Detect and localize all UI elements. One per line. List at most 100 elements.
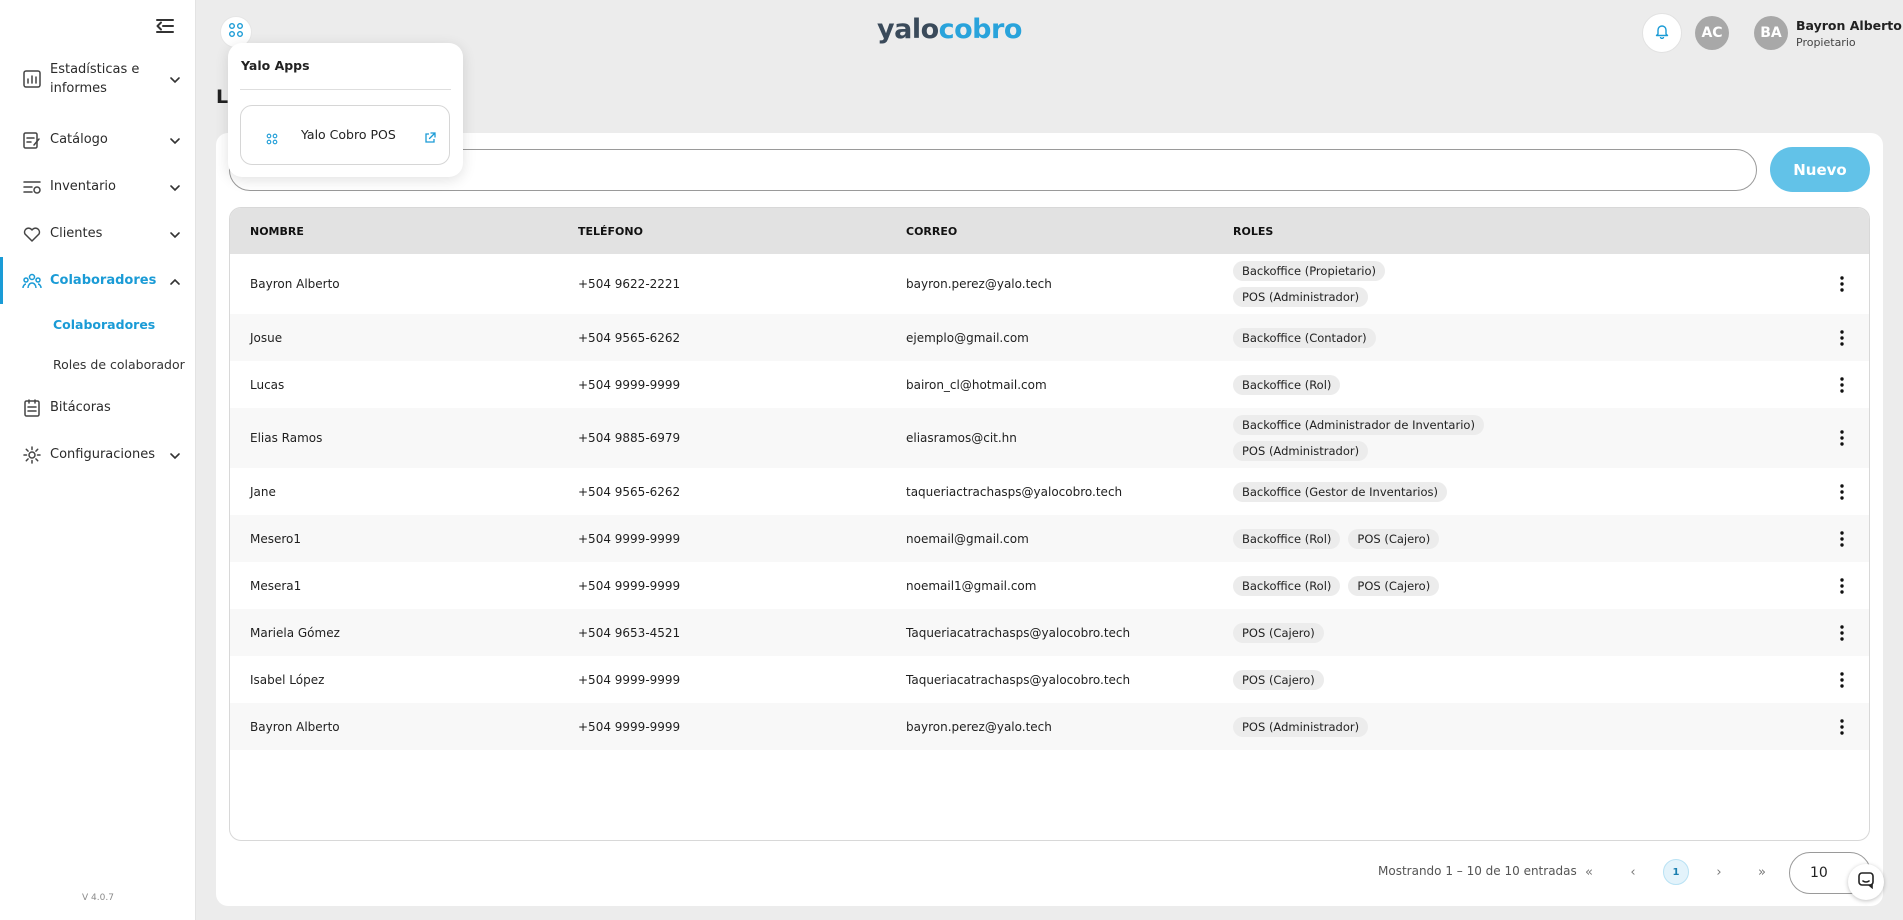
cell-name: Mesero1 <box>250 531 302 546</box>
role-badge: POS (Administrador) <box>1233 287 1369 307</box>
more-options-icon[interactable] <box>1832 328 1852 348</box>
cell-roles: Backoffice (Administrador de Inventario)… <box>1233 415 1653 461</box>
column-header-telefono[interactable]: TELÉFONO <box>578 225 643 238</box>
cell-name: Elias Ramos <box>250 431 323 445</box>
sidebar-item-label: Colaboradores <box>50 273 157 288</box>
role-badge: POS (Administrador) <box>1233 716 1369 737</box>
cell-phone: +504 9999-9999 <box>578 377 681 392</box>
sidebar-nav: Estadísticas e informes Catálogo Inventa… <box>0 58 196 478</box>
more-options-icon[interactable] <box>1832 717 1852 737</box>
role-badge: POS (Cajero) <box>1348 528 1440 549</box>
sidebar-item-label: Catálogo <box>50 132 108 147</box>
role-badge: POS (Cajero) <box>1233 622 1324 643</box>
more-options-icon[interactable] <box>1832 670 1852 690</box>
clients-icon <box>22 224 42 244</box>
chevron-down-icon <box>168 227 182 241</box>
sidebar-item-estadisticas[interactable]: Estadísticas e informes <box>0 58 196 100</box>
avatar[interactable]: AC <box>1695 16 1729 50</box>
table-row[interactable]: Josue +504 9565-6262 ejemplo@gmail.com Back… <box>230 314 1869 361</box>
cell-phone: +504 9999-9999 <box>578 672 681 687</box>
cell-roles: POS (Cajero) <box>1233 669 1653 690</box>
table-row[interactable]: Bayron Alberto +504 9622-2221 bayron.perez… <box>230 254 1869 314</box>
table-row[interactable]: Bayron Alberto +504 9999-9999 bayron.perez… <box>230 703 1869 750</box>
column-header-correo[interactable]: CORREO <box>906 225 957 238</box>
chevron-down-icon <box>168 72 182 86</box>
cell-email: eliasramos@cit.hn <box>906 431 1017 445</box>
table-row[interactable]: Isabel López +504 9999-9999 Taqueriacatrac… <box>230 656 1869 703</box>
collaborators-icon <box>22 271 42 291</box>
table-row[interactable]: Jane +504 9565-6262 taqueriactrachasps@yal… <box>230 468 1869 515</box>
cell-roles: Backoffice (Rol) <box>1233 374 1653 395</box>
app-card-yalo-cobro-pos[interactable]: Yalo Cobro POS <box>240 105 450 165</box>
cell-roles: POS (Cajero) <box>1233 622 1653 643</box>
sidebar-item-catalogo[interactable]: Catálogo <box>0 116 196 163</box>
cell-email: bayron.perez@yalo.tech <box>906 277 1052 291</box>
table-row[interactable]: Lucas +504 9999-9999 bairon_cl@hotmail.com… <box>230 361 1869 408</box>
cell-roles: Backoffice (Gestor de Inventarios) <box>1233 481 1653 502</box>
subitem-colaboradores[interactable]: Colaboradores <box>53 304 196 344</box>
cell-name: Mesera1 <box>250 578 302 593</box>
role-badge: Backoffice (Gestor de Inventarios) <box>1233 481 1447 502</box>
external-link-icon[interactable] <box>424 129 436 143</box>
sidebar-item-configuraciones[interactable]: Configuraciones <box>0 431 196 478</box>
sidebar-item-bitacoras[interactable]: Bitácoras <box>0 384 196 431</box>
logo-part-cobro: cobro <box>938 14 1023 45</box>
bell-icon <box>1654 23 1670 43</box>
sidebar-item-colaboradores[interactable]: Colaboradores <box>0 257 196 304</box>
table-header: NOMBRE TELÉFONO CORREO ROLES <box>230 208 1869 254</box>
role-badge: Backoffice (Propietario) <box>1233 261 1386 281</box>
more-options-icon[interactable] <box>1832 274 1852 294</box>
sidebar-item-label: Inventario <box>50 179 116 194</box>
more-options-icon[interactable] <box>1832 482 1852 502</box>
cell-name: Bayron Alberto <box>250 277 340 291</box>
page-size-value: 10 <box>1810 865 1828 881</box>
cell-phone: +504 9622-2221 <box>578 277 681 291</box>
table-row[interactable]: Mesera1 +504 9999-9999 noemail1@gmail.com B… <box>230 562 1869 609</box>
role-badge: Backoffice (Administrador de Inventario) <box>1233 415 1484 435</box>
cell-name: Isabel López <box>250 672 325 687</box>
chevron-up-icon <box>168 274 182 288</box>
last-page-button[interactable]: » <box>1749 859 1775 885</box>
user-name[interactable]: Bayron Alberto <box>1796 18 1902 33</box>
user-role: Propietario <box>1796 36 1856 49</box>
sidebar-item-clientes[interactable]: Clientes <box>0 210 196 257</box>
table-row[interactable]: Mesero1 +504 9999-9999 noemail@gmail.com Ba… <box>230 515 1869 562</box>
apps-grid-icon <box>228 22 244 42</box>
cell-name: Jane <box>250 484 276 499</box>
column-header-roles[interactable]: ROLES <box>1233 225 1653 238</box>
role-badge: POS (Administrador) <box>1233 441 1369 461</box>
cell-email: noemail1@gmail.com <box>906 578 1037 593</box>
apps-popover: Yalo Apps Yalo Cobro POS <box>228 43 463 177</box>
more-options-icon[interactable] <box>1832 576 1852 596</box>
role-badge: POS (Cajero) <box>1348 575 1440 596</box>
table-row[interactable]: Mariela Gómez +504 9653-4521 Taqueriacatra… <box>230 609 1869 656</box>
chat-support-button[interactable] <box>1848 864 1884 900</box>
sidebar-item-inventario[interactable]: Inventario <box>0 163 196 210</box>
column-header-nombre[interactable]: NOMBRE <box>250 225 304 238</box>
role-badge: Backoffice (Rol) <box>1233 374 1341 395</box>
chart-icon <box>22 69 42 89</box>
more-options-icon[interactable] <box>1832 428 1852 448</box>
sidebar-item-label: Estadísticas e informes <box>50 62 140 96</box>
collapse-sidebar-icon[interactable] <box>155 17 175 35</box>
more-options-icon[interactable] <box>1832 529 1852 549</box>
collaborators-submenu: Colaboradores Roles de colaborador <box>0 304 196 384</box>
more-options-icon[interactable] <box>1832 623 1852 643</box>
more-options-icon[interactable] <box>1832 375 1852 395</box>
cell-roles: Backoffice (Contador) <box>1233 327 1653 348</box>
page-title: L <box>216 86 229 108</box>
new-collaborator-button[interactable]: Nuevo <box>1770 147 1870 192</box>
page-number-current[interactable]: 1 <box>1663 859 1689 885</box>
user-avatar[interactable]: BA <box>1754 16 1788 50</box>
first-page-button[interactable]: « <box>1576 859 1602 885</box>
table-row[interactable]: Elias Ramos +504 9885-6979 eliasramos@cit.… <box>230 408 1869 468</box>
prev-page-button[interactable]: ‹ <box>1620 859 1646 885</box>
table-body: Bayron Alberto +504 9622-2221 bayron.perez… <box>230 254 1869 750</box>
app-name: Yalo Cobro POS <box>301 127 396 142</box>
subitem-roles-colaborador[interactable]: Roles de colaborador <box>53 344 196 384</box>
cell-email: taqueriactrachasps@yalocobro.tech <box>906 484 1123 499</box>
cell-roles: Backoffice (Rol) POS (Cajero) <box>1233 575 1653 596</box>
notifications-button[interactable] <box>1642 13 1682 53</box>
divider <box>240 89 451 90</box>
next-page-button[interactable]: › <box>1706 859 1732 885</box>
